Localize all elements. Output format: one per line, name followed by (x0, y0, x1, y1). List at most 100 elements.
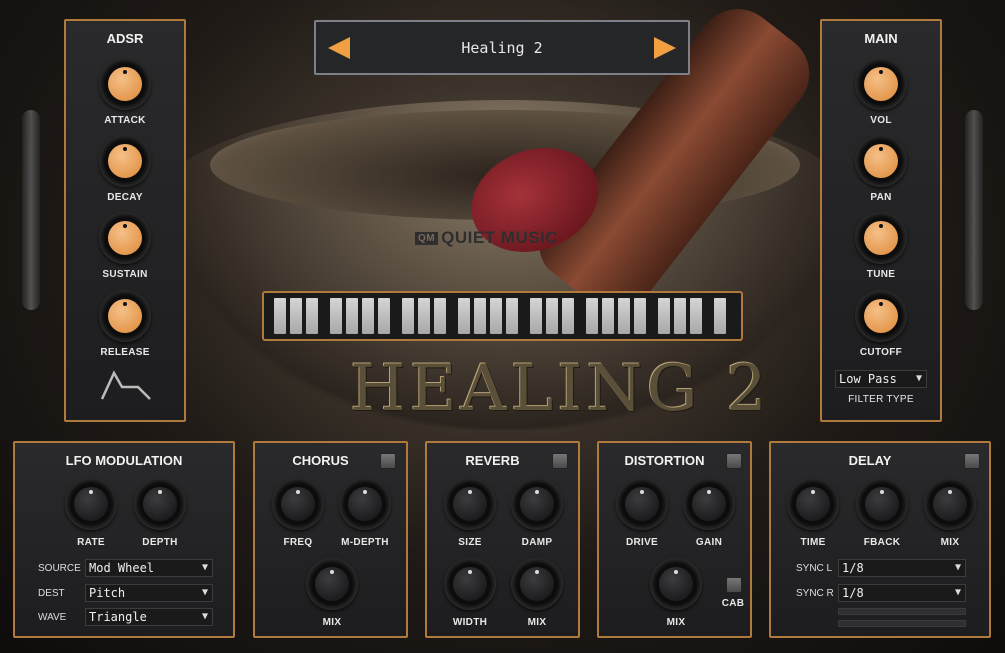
source-label: SOURCE (38, 563, 81, 574)
filter-type-dropdown[interactable]: Low Pass ▼ (835, 370, 927, 388)
keyboard-key[interactable] (618, 298, 630, 334)
lfo-modulation-panel: LFO MODULATION RATE DEPTH SOURCE Mod Whe… (13, 441, 235, 638)
delay-title: DELAY (848, 453, 892, 468)
cutoff-knob[interactable] (855, 290, 907, 342)
delay-enable-toggle[interactable] (964, 453, 980, 469)
sync-r-dropdown[interactable]: 1/8 ▼ (838, 584, 966, 602)
sync-l-dropdown[interactable]: 1/8 ▼ (838, 559, 966, 577)
keyboard-key[interactable] (362, 298, 374, 334)
keyboard-key[interactable] (458, 298, 470, 334)
keyboard-key[interactable] (714, 298, 726, 334)
wave-dropdown[interactable]: Triangle ▼ (85, 608, 213, 626)
cutoff-label: CUTOFF (859, 347, 903, 358)
gain-label: GAIN (695, 537, 723, 548)
wave-label: WAVE (38, 612, 67, 623)
sustain-knob[interactable] (99, 212, 151, 264)
delay-mix-knob[interactable] (924, 478, 976, 530)
adsr-title: ADSR (106, 31, 144, 46)
width-knob[interactable] (444, 558, 496, 610)
attack-knob[interactable] (99, 58, 151, 110)
filter-type-label: FILTER TYPE (848, 394, 914, 405)
main-title: MAIN (864, 31, 898, 46)
chevron-down-icon: ▼ (201, 562, 208, 573)
damp-knob[interactable] (511, 478, 563, 530)
reverb-panel: REVERB SIZE DAMP WIDTH MIX (425, 441, 580, 638)
reverb-mix-knob[interactable] (511, 558, 563, 610)
distortion-enable-toggle[interactable] (726, 453, 742, 469)
keyboard-key[interactable] (306, 298, 318, 334)
source-dropdown[interactable]: Mod Wheel ▼ (85, 559, 213, 577)
release-label: RELEASE (100, 347, 150, 358)
preset-name[interactable]: Healing 2 (316, 39, 688, 57)
keyboard-key[interactable] (402, 298, 414, 334)
m-depth-label: M-DEPTH (341, 537, 389, 548)
main-panel: MAIN VOL PAN TUNE CUTOFF Low Pass ▼ FILT… (820, 19, 942, 422)
keyboard[interactable] (262, 291, 743, 341)
keyboard-key[interactable] (378, 298, 390, 334)
time-knob[interactable] (787, 478, 839, 530)
delay-bar-2 (838, 620, 966, 627)
keyboard-key[interactable] (674, 298, 686, 334)
fback-knob[interactable] (856, 478, 908, 530)
lfo-title: LFO MODULATION (65, 453, 183, 468)
keyboard-key[interactable] (658, 298, 670, 334)
tune-label: TUNE (866, 269, 896, 280)
keyboard-key[interactable] (530, 298, 542, 334)
chevron-down-icon: ▼ (954, 587, 961, 598)
keyboard-key[interactable] (602, 298, 614, 334)
keyboard-key[interactable] (490, 298, 502, 334)
rate-knob[interactable] (65, 478, 117, 530)
m-depth-knob[interactable] (339, 478, 391, 530)
reverb-title: REVERB (465, 453, 520, 468)
keyboard-key[interactable] (506, 298, 518, 334)
keyboard-key[interactable] (434, 298, 446, 334)
delay-bar-1 (838, 608, 966, 615)
decay-knob[interactable] (99, 135, 151, 187)
chorus-mix-label: MIX (322, 617, 342, 628)
cab-toggle[interactable] (726, 577, 742, 593)
depth-knob[interactable] (134, 478, 186, 530)
source-value: Mod Wheel (89, 561, 155, 575)
decay-label: DECAY (107, 192, 143, 203)
chorus-title: CHORUS (292, 453, 349, 468)
chevron-down-icon: ▼ (954, 562, 961, 573)
reverb-mix-label: MIX (527, 617, 547, 628)
distortion-mix-label: MIX (666, 617, 686, 628)
keyboard-key[interactable] (418, 298, 430, 334)
vol-knob[interactable] (855, 58, 907, 110)
tune-knob[interactable] (855, 212, 907, 264)
keyboard-key[interactable] (634, 298, 646, 334)
dest-label: DEST (38, 588, 65, 599)
sync-r-label: SYNC R (796, 588, 834, 599)
keyboard-key[interactable] (562, 298, 574, 334)
right-side-bar (965, 110, 983, 310)
sync-l-value: 1/8 (842, 561, 864, 575)
keyboard-key[interactable] (690, 298, 702, 334)
chorus-mix-knob[interactable] (306, 558, 358, 610)
gain-knob[interactable] (683, 478, 735, 530)
freq-knob[interactable] (272, 478, 324, 530)
keyboard-key[interactable] (586, 298, 598, 334)
next-preset-arrow-icon[interactable] (654, 37, 676, 59)
keyboard-key[interactable] (330, 298, 342, 334)
keyboard-key[interactable] (274, 298, 286, 334)
dest-dropdown[interactable]: Pitch ▼ (85, 584, 213, 602)
cab-label: CAB (721, 598, 745, 609)
keyboard-key[interactable] (546, 298, 558, 334)
left-side-bar (22, 110, 40, 310)
pan-knob[interactable] (855, 135, 907, 187)
keyboard-key[interactable] (290, 298, 302, 334)
distortion-title: DISTORTION (624, 453, 705, 468)
chorus-enable-toggle[interactable] (380, 453, 396, 469)
damp-label: DAMP (521, 537, 553, 548)
sync-l-label: SYNC L (796, 563, 833, 574)
keyboard-key[interactable] (346, 298, 358, 334)
drive-knob[interactable] (616, 478, 668, 530)
release-knob[interactable] (99, 290, 151, 342)
chevron-down-icon: ▼ (201, 611, 208, 622)
size-knob[interactable] (444, 478, 496, 530)
preset-selector: Healing 2 (314, 20, 690, 75)
adsr-panel: ADSR ATTACK DECAY SUSTAIN RELEASE (64, 19, 186, 422)
keyboard-key[interactable] (474, 298, 486, 334)
reverb-enable-toggle[interactable] (552, 453, 568, 469)
